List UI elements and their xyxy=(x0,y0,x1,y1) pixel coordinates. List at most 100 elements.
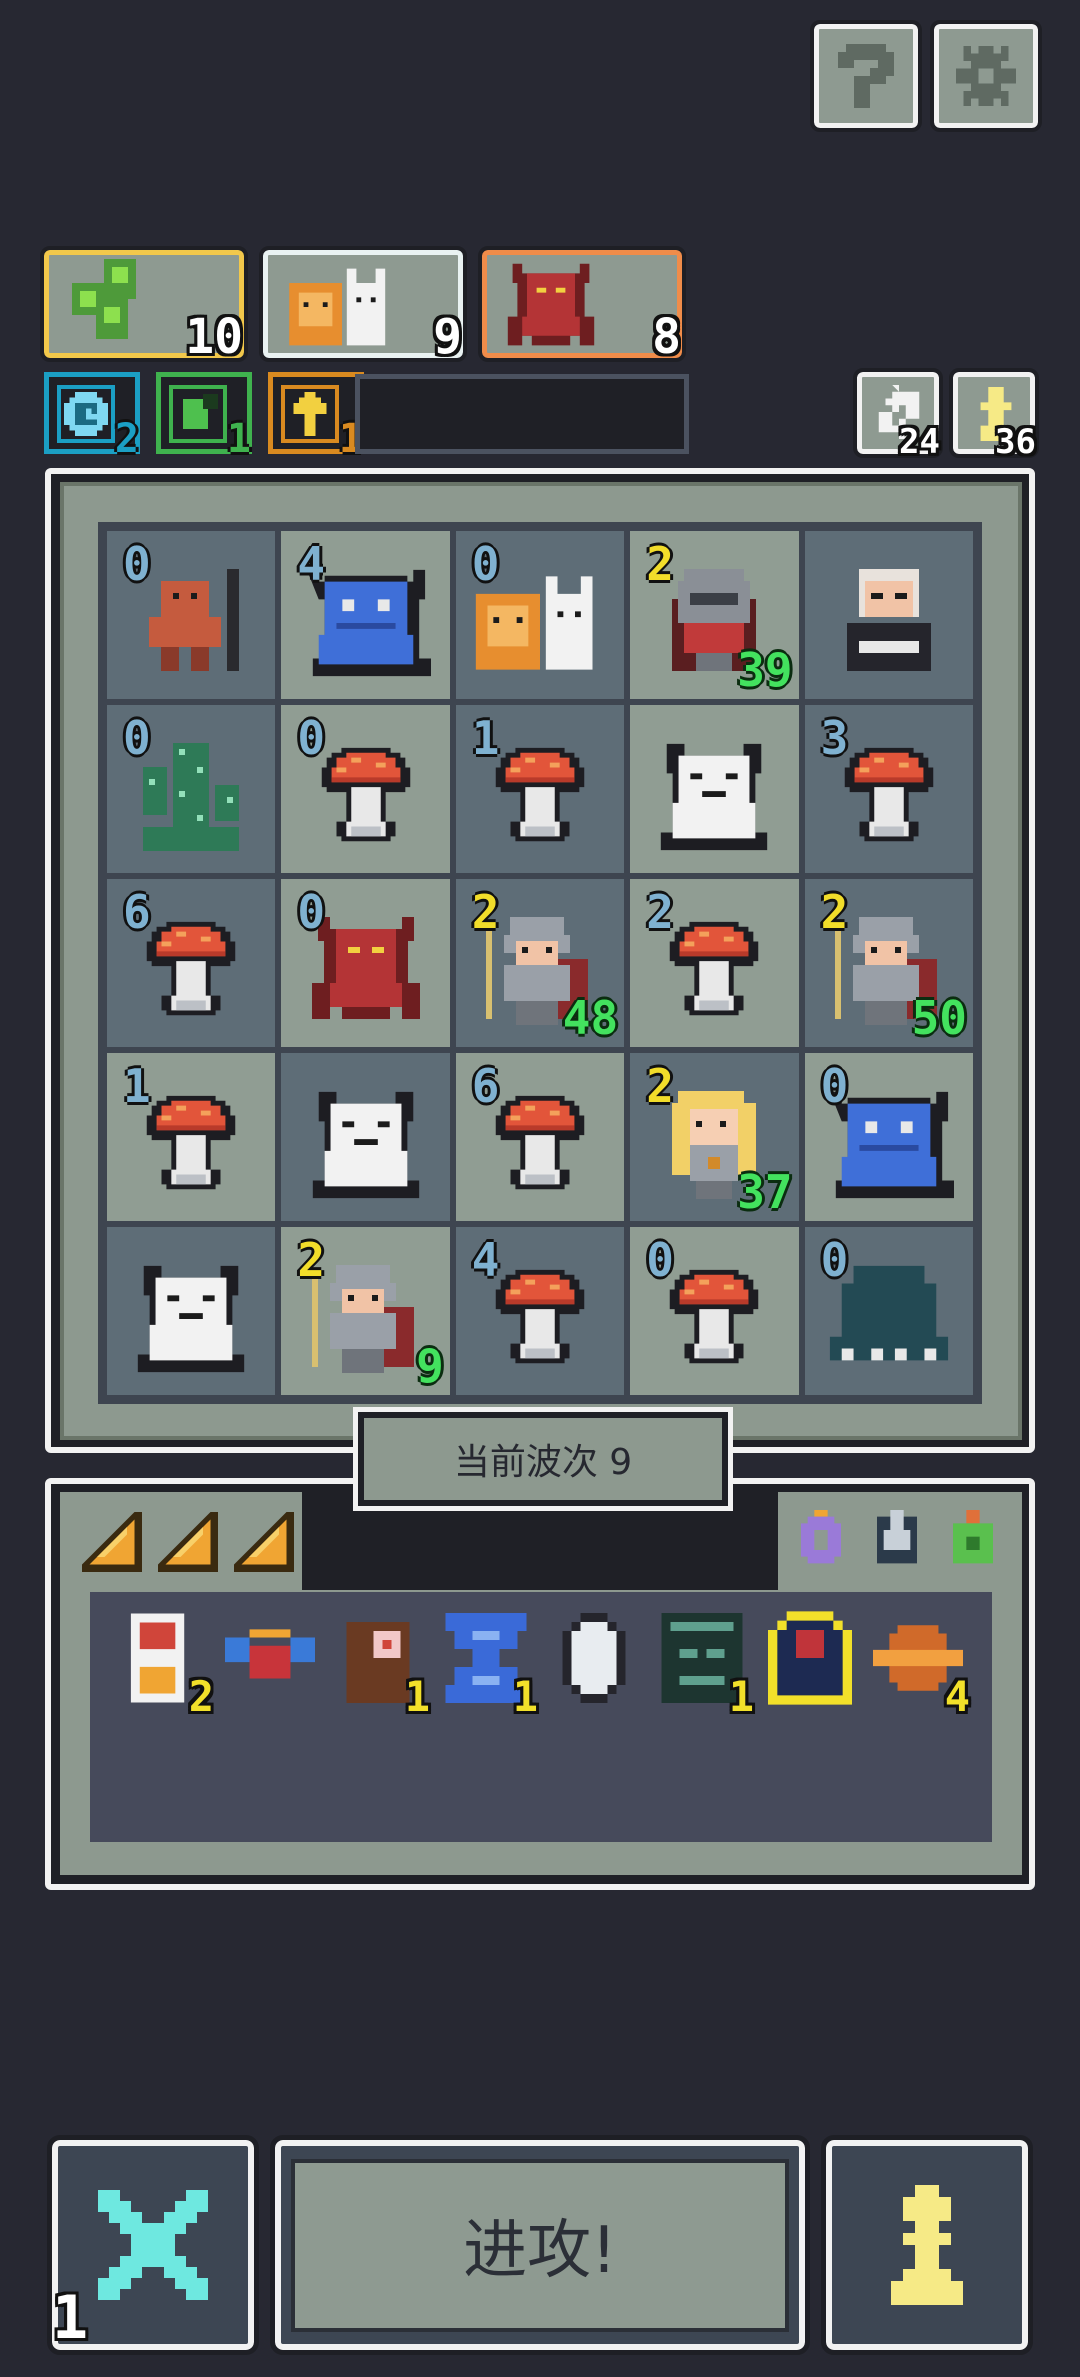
silver-egg-icon xyxy=(559,1613,629,1707)
board-cell[interactable]: 0 xyxy=(452,528,628,702)
mushroom-sprite xyxy=(490,738,590,860)
unit-level: 0 xyxy=(297,711,326,765)
card-icon[interactable] xyxy=(156,1512,220,1576)
demon-icon xyxy=(501,259,601,359)
synergy-demon[interactable]: 8 xyxy=(478,246,686,365)
mushroom-sprite xyxy=(490,1086,590,1208)
resource-upgrade-arrow[interactable]: 1 xyxy=(268,372,364,459)
white-wolf-sprite xyxy=(126,1259,256,1383)
mushroom-sprite xyxy=(839,738,939,860)
board-cell[interactable] xyxy=(627,702,802,876)
item-dark-box[interactable]: 1 xyxy=(652,1608,754,1718)
refresh-count: 24 xyxy=(899,422,940,462)
unit-level: 0 xyxy=(820,1233,849,1287)
board-cell[interactable] xyxy=(801,528,976,702)
unit-level: 6 xyxy=(471,1059,500,1113)
board-cell[interactable]: 2 50 xyxy=(801,876,976,1050)
item-red-orb[interactable] xyxy=(760,1608,860,1712)
unit-level: 0 xyxy=(123,537,151,591)
board-cell[interactable]: 3 xyxy=(801,702,976,876)
green-amulet-icon[interactable] xyxy=(946,1510,1000,1574)
board-cell[interactable]: 1 xyxy=(104,1050,279,1224)
unit-hp: 48 xyxy=(562,991,619,1045)
purple-ring-icon[interactable] xyxy=(794,1510,848,1574)
board-cell[interactable]: 0 xyxy=(801,1050,976,1224)
board-cell[interactable]: 0 xyxy=(104,528,279,702)
item-winged-orb[interactable] xyxy=(220,1608,320,1712)
item-hourglass[interactable]: 1 xyxy=(436,1608,538,1718)
resource-bar xyxy=(355,374,689,454)
board-cell[interactable]: 0 xyxy=(801,1224,976,1398)
winged-orb-icon xyxy=(225,1618,315,1702)
green-orb-icon xyxy=(169,385,227,443)
pawn-counter[interactable]: 36 xyxy=(949,368,1039,459)
resource-clock[interactable]: 2 xyxy=(44,372,140,459)
synergy-count: 10 xyxy=(185,309,243,365)
board-cell[interactable]: 0 xyxy=(278,702,453,876)
board-cell[interactable]: 2 37 xyxy=(627,1050,802,1224)
refresh-button[interactable]: 24 xyxy=(853,368,943,459)
white-wolf-sprite xyxy=(649,737,779,861)
item-count: 2 xyxy=(188,1672,214,1721)
unit-level: 2 xyxy=(297,1233,326,1287)
unit-level: 1 xyxy=(471,711,500,765)
resource-green-orb[interactable]: 1 xyxy=(156,372,252,459)
board-cell[interactable]: 6 xyxy=(452,1050,628,1224)
upgrade-arrow-icon xyxy=(281,385,339,443)
card-icon[interactable] xyxy=(232,1512,296,1576)
board-cell[interactable]: 2 xyxy=(627,876,802,1050)
cancel-button[interactable]: 1 xyxy=(47,2135,259,2355)
board-cell[interactable]: 6 xyxy=(104,876,279,1050)
cross-icon xyxy=(98,2190,208,2300)
board-cell[interactable]: 0 xyxy=(627,1224,802,1398)
board-cell[interactable]: 0 xyxy=(104,702,279,876)
board-cell[interactable] xyxy=(104,1224,279,1398)
card-icon[interactable] xyxy=(80,1512,144,1576)
synergy-slime[interactable]: 10 xyxy=(40,246,248,365)
unit-level: 4 xyxy=(471,1233,500,1287)
resource-count: 2 xyxy=(114,416,139,462)
resource-count: 1 xyxy=(226,416,251,462)
unit-hp: 39 xyxy=(737,643,793,697)
attack-button[interactable]: 进攻! xyxy=(270,2135,810,2355)
board-cell[interactable]: 4 xyxy=(452,1224,628,1398)
board-cell[interactable]: 2 39 xyxy=(627,528,802,702)
board-cell[interactable]: 1 xyxy=(452,702,628,876)
unit-level: 4 xyxy=(297,537,326,591)
unit-level: 2 xyxy=(646,885,674,939)
board-cell[interactable]: 29 xyxy=(278,1224,453,1398)
unit-level: 0 xyxy=(123,711,151,765)
board-cell[interactable]: 4 xyxy=(278,528,453,702)
unit-level: 0 xyxy=(646,1233,674,1287)
unit-hp: 50 xyxy=(911,991,967,1045)
grey-gem-icon[interactable] xyxy=(870,1510,924,1574)
pawn-button[interactable] xyxy=(821,2135,1033,2355)
synergy-count: 8 xyxy=(652,309,681,365)
gear-icon xyxy=(956,46,1016,106)
white-wolf-sprite xyxy=(301,1085,431,1209)
item-ring-planet[interactable]: 4 xyxy=(868,1608,970,1718)
help-button[interactable] xyxy=(810,20,922,132)
board-cell[interactable]: 0 xyxy=(278,876,453,1050)
unit-hp: 9 xyxy=(416,1339,444,1393)
board-cell[interactable] xyxy=(278,1050,453,1224)
unit-hp: 37 xyxy=(737,1165,793,1219)
synergy-count: 9 xyxy=(433,309,462,365)
item-brown-totem[interactable]: 1 xyxy=(328,1608,430,1718)
mushroom-sprite xyxy=(141,912,241,1034)
board-cell[interactable]: 2 48 xyxy=(452,876,628,1050)
unit-level: 2 xyxy=(471,885,500,939)
beast-duo-icon xyxy=(282,259,402,359)
item-potion-book[interactable]: 2 xyxy=(112,1608,214,1718)
unit-level: 2 xyxy=(646,537,674,591)
settings-button[interactable] xyxy=(930,20,1042,132)
pawn-count: 36 xyxy=(995,422,1036,462)
item-silver-egg[interactable] xyxy=(544,1608,644,1712)
synergy-beast-duo[interactable]: 9 xyxy=(259,246,467,365)
unit-level: 1 xyxy=(123,1059,151,1113)
battle-board[interactable]: 0 4 0 2 39 0 0 1 3 6 0 2 48 2 2 50 1 6 2 37 0 2 9 4 0 0 xyxy=(98,522,982,1404)
unit-level: 2 xyxy=(646,1059,674,1113)
item-count: 1 xyxy=(404,1672,430,1721)
cancel-count: 1 xyxy=(52,2283,89,2353)
item-count: 4 xyxy=(944,1672,970,1721)
